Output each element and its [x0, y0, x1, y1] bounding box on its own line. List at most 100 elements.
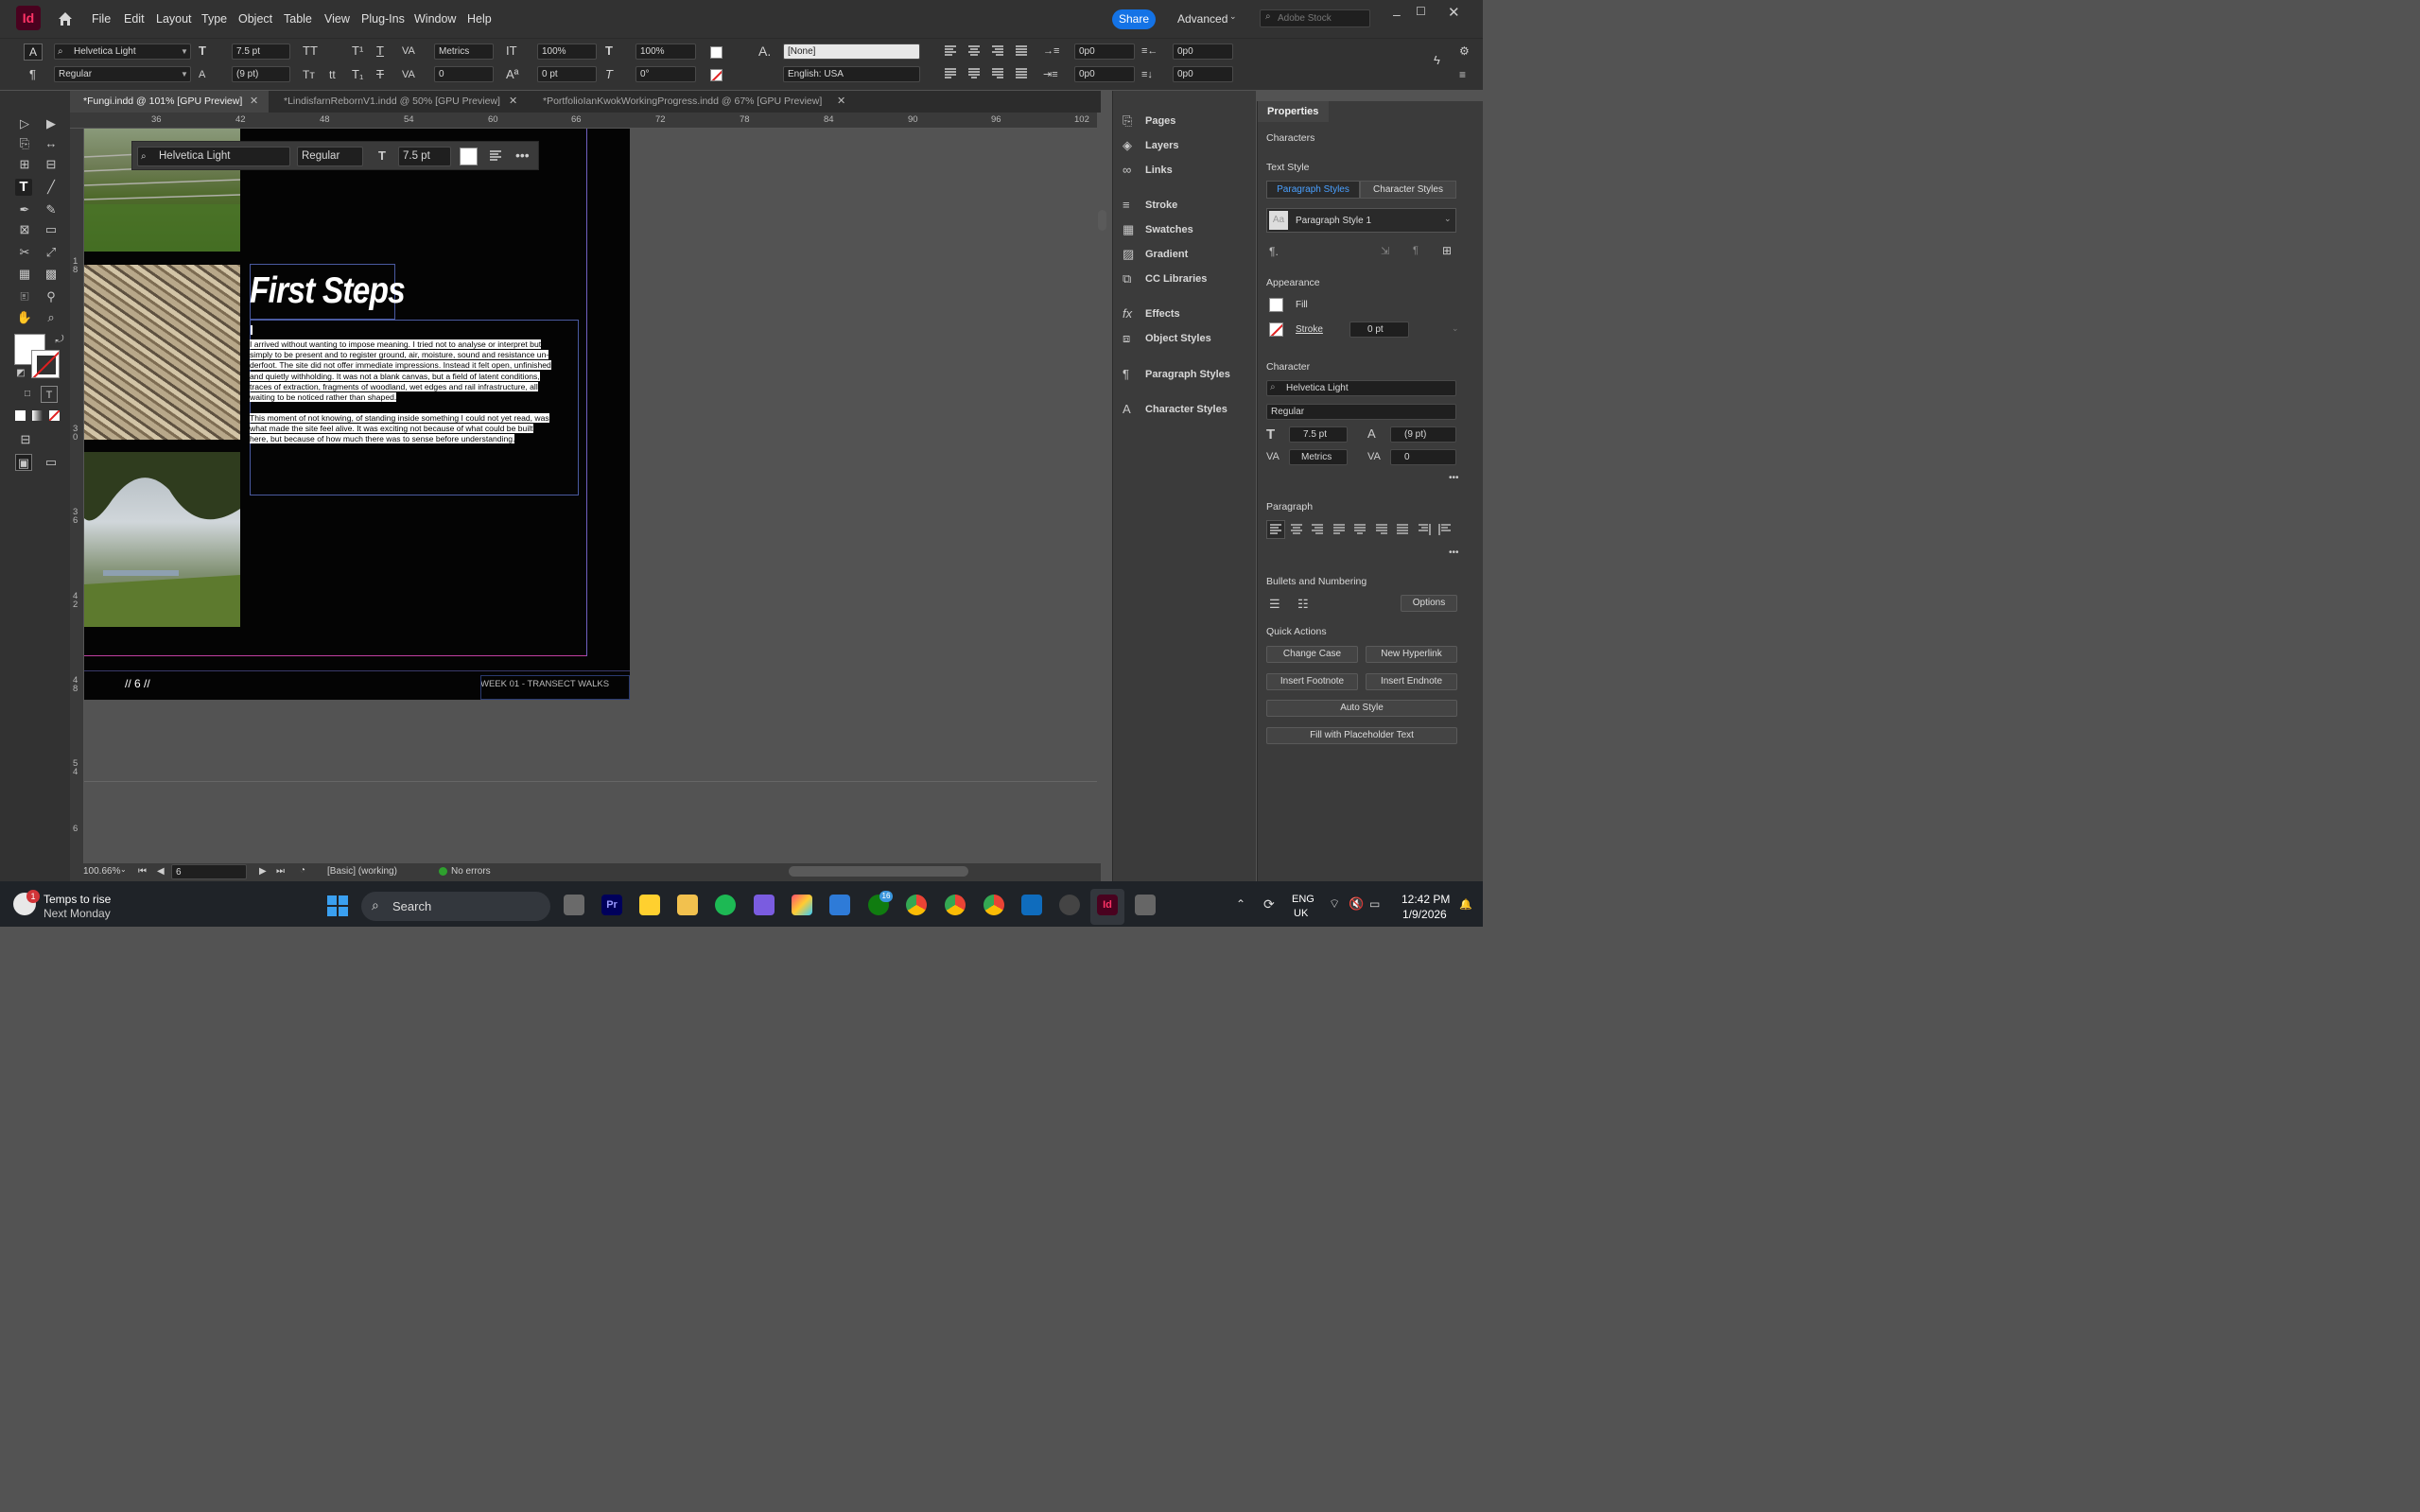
menu-plugins[interactable]: Plug-Ins — [361, 12, 405, 26]
skew-field[interactable]: 0° — [635, 66, 696, 82]
panel-layers[interactable]: Layers — [1145, 140, 1178, 151]
subscript-icon[interactable]: T₁ — [352, 68, 363, 81]
type-tool-icon[interactable]: T — [15, 179, 32, 196]
more-options-icon[interactable]: ••• — [1449, 473, 1459, 483]
preflight-errors[interactable]: No errors — [451, 866, 491, 877]
tab-paragraph-styles[interactable]: Paragraph Styles — [1266, 181, 1360, 199]
load-styles-icon[interactable]: ⇲ — [1381, 245, 1389, 257]
prop-align-right-icon[interactable] — [1310, 522, 1325, 537]
chevron-down-icon[interactable]: ⌄ — [1452, 323, 1459, 334]
rectangle-frame-tool-icon[interactable]: ⊠ — [16, 221, 33, 238]
auto-style-button[interactable]: Auto Style — [1266, 700, 1457, 717]
space-after-field[interactable]: 0p0 — [1173, 66, 1233, 82]
align-right-icon[interactable] — [991, 44, 1004, 58]
close-icon[interactable]: ✕ — [509, 91, 517, 113]
properties-tab[interactable]: Properties — [1258, 101, 1329, 122]
prop-justify-center-icon[interactable] — [1352, 522, 1367, 537]
prop-align-away-spine-icon[interactable] — [1437, 522, 1453, 537]
volume-muted-icon[interactable]: 🔇 — [1349, 896, 1364, 912]
prop-justify-all-icon[interactable] — [1395, 522, 1410, 537]
adobe-stock-search[interactable]: Adobe Stock — [1260, 9, 1370, 27]
direct-selection-tool-icon[interactable]: ▶ — [43, 115, 60, 132]
chevron-down-icon[interactable]: ⌄ — [1229, 11, 1237, 22]
prop-font-size-field[interactable]: 7.5 pt — [1289, 426, 1348, 443]
all-caps-icon[interactable]: TT — [303, 44, 318, 58]
prop-font-style-field[interactable]: Regular — [1266, 404, 1456, 420]
gradient-feather-tool-icon[interactable]: ▩ — [43, 266, 60, 283]
open-page-icon[interactable]: ◔ — [300, 865, 305, 876]
next-page-icon[interactable]: ▶ — [259, 866, 267, 877]
float-font-field[interactable]: Helvetica Light — [137, 147, 290, 166]
snipping-tool-icon[interactable] — [1135, 895, 1156, 915]
stroke-swatch[interactable] — [1269, 322, 1283, 337]
menu-edit[interactable]: Edit — [124, 12, 145, 26]
pen-tool-icon[interactable]: ✒ — [16, 201, 33, 218]
numbered-list-icon[interactable]: ☷ — [1297, 597, 1309, 612]
language-field[interactable]: English: USA — [783, 66, 920, 82]
new-style-icon[interactable]: ⊞ — [1442, 244, 1452, 257]
screen-mode-icon[interactable]: ▣ — [15, 454, 32, 471]
taskbar-search-box[interactable] — [361, 892, 550, 921]
prop-justify-left-icon[interactable] — [1332, 522, 1347, 537]
close-icon[interactable]: ✕ — [250, 91, 258, 113]
line-tool-icon[interactable]: ╱ — [43, 179, 60, 196]
first-line-indent-field[interactable]: 0p0 — [1074, 66, 1135, 82]
miro-icon[interactable] — [639, 895, 660, 915]
gradient-swatch-tool-icon[interactable]: ▦ — [16, 266, 33, 283]
panel-stroke[interactable]: Stroke — [1145, 200, 1177, 211]
menu-view[interactable]: View — [324, 12, 350, 26]
apply-gradient-icon[interactable] — [32, 410, 43, 421]
menu-object[interactable]: Object — [238, 12, 272, 26]
insert-endnote-button[interactable]: Insert Endnote — [1366, 673, 1457, 690]
leading-field[interactable]: (9 pt) — [232, 66, 290, 82]
chevron-down-icon[interactable]: ▼ — [179, 66, 190, 82]
panel-cc-libraries[interactable]: CC Libraries — [1145, 273, 1207, 285]
windows-start-icon[interactable] — [327, 895, 348, 916]
ligature-icon[interactable]: tt — [329, 68, 336, 81]
more-options-icon[interactable]: ••• — [515, 148, 530, 162]
superscript-icon[interactable]: T¹ — [352, 44, 363, 58]
close-icon[interactable]: ✕ — [1448, 4, 1460, 21]
horizontal-scale-field[interactable]: 100% — [635, 43, 696, 60]
menu-layout[interactable]: Layout — [156, 12, 192, 26]
panel-object-styles[interactable]: Object Styles — [1145, 333, 1211, 344]
bullets-options-button[interactable]: Options — [1401, 595, 1457, 612]
weather-title[interactable]: Temps to rise — [44, 893, 111, 906]
view-options-icon[interactable]: ▭ — [43, 454, 60, 471]
panel-character-styles[interactable]: Character Styles — [1145, 404, 1227, 415]
baseline-shift-field[interactable]: 0 pt — [537, 66, 597, 82]
maximize-icon[interactable]: ☐ — [1416, 5, 1426, 18]
vertical-scale-field[interactable]: 100% — [537, 43, 597, 60]
bulleted-list-icon[interactable]: ☰ — [1269, 597, 1280, 612]
menu-help[interactable]: Help — [467, 12, 492, 26]
stroke-color-icon[interactable] — [31, 350, 60, 378]
menu-file[interactable]: File — [92, 12, 111, 26]
justify-icon[interactable] — [1015, 44, 1028, 58]
task-view-icon[interactable] — [564, 895, 584, 915]
clear-overrides-icon[interactable]: ¶ — [1413, 245, 1419, 256]
media-player-icon[interactable] — [1059, 895, 1080, 915]
paragraph-mark-icon[interactable]: ¶. — [1269, 245, 1279, 258]
left-indent-field[interactable]: 0p0 — [1074, 43, 1135, 60]
hamburger-menu-icon[interactable]: ≡ — [1459, 68, 1466, 81]
panel-paragraph-styles[interactable]: Paragraph Styles — [1145, 369, 1230, 380]
page-tool-icon[interactable]: ⎘ — [16, 135, 33, 152]
folio-page-number[interactable]: // 6 // — [125, 677, 150, 690]
panel-links[interactable]: Links — [1145, 165, 1173, 176]
spotify-icon[interactable] — [715, 895, 736, 915]
panel-effects[interactable]: Effects — [1145, 308, 1180, 320]
heading-first-steps[interactable]: First Steps — [250, 270, 406, 312]
tracking-field[interactable]: 0 — [434, 66, 494, 82]
fill-placeholder-text-button[interactable]: Fill with Placeholder Text — [1266, 727, 1457, 744]
language-code[interactable]: ENG — [1292, 894, 1314, 905]
align-left-icon[interactable] — [944, 44, 957, 58]
fill-swatch[interactable] — [710, 46, 723, 59]
chrome-icon[interactable] — [906, 895, 927, 915]
swap-colors-icon[interactable]: ⤾ — [51, 331, 68, 348]
gear-icon[interactable]: ⚙ — [1459, 44, 1470, 58]
menu-table[interactable]: Table — [284, 12, 312, 26]
align-left-icon[interactable] — [489, 149, 502, 163]
prop-font-family-field[interactable]: Helvetica Light — [1266, 380, 1456, 396]
indesign-logo[interactable]: Id — [16, 6, 41, 30]
insert-footnote-button[interactable]: Insert Footnote — [1266, 673, 1358, 690]
